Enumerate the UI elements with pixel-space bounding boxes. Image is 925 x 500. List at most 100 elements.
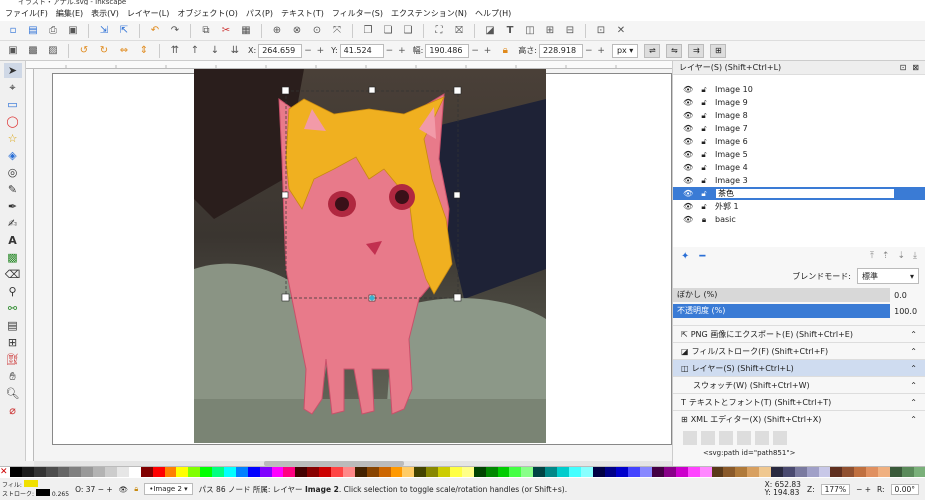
layer-bottom-icon[interactable]: ⤓ <box>913 251 917 261</box>
chevron-up-icon[interactable]: ⌃ <box>910 364 917 373</box>
print-icon[interactable]: ⎙ <box>46 24 60 38</box>
palette-swatch[interactable] <box>212 467 225 477</box>
palette-swatch[interactable] <box>247 467 260 477</box>
layer-row[interactable]: 👁︎ 🔓︎ 外郭 1 <box>673 200 925 213</box>
layers-icon[interactable]: ◫ <box>523 24 537 38</box>
select-all-icon[interactable]: ▣ <box>6 44 20 58</box>
layer-lock-icon[interactable]: 🔓︎ <box>699 176 709 186</box>
palette-swatch[interactable] <box>592 467 605 477</box>
palette-swatch[interactable] <box>390 467 403 477</box>
scale-corners-toggle[interactable]: ⇋ <box>666 43 683 58</box>
copy-icon[interactable]: ⧉ <box>199 24 213 38</box>
dock-item[interactable]: ⊞ XML エディター(X) (Shift+Ctrl+X) ⌃ <box>673 410 925 427</box>
rotate-ccw-icon[interactable]: ↺ <box>77 44 91 58</box>
palette-swatch[interactable] <box>723 467 736 477</box>
pen-tool-icon[interactable]: ✒ <box>4 199 22 214</box>
rect-tool-icon[interactable]: ▭ <box>4 97 22 112</box>
palette-swatch[interactable] <box>533 467 546 477</box>
blur-value[interactable]: 0.0 <box>890 291 925 300</box>
palette-swatch[interactable] <box>794 467 807 477</box>
xml-new-node-icon[interactable] <box>683 431 697 445</box>
menu-item-4[interactable]: オブジェクト(O) <box>176 8 239 19</box>
layer-top-icon[interactable]: ⤒ <box>870 251 874 261</box>
palette-swatch[interactable] <box>21 467 34 477</box>
palette-swatch[interactable] <box>889 467 902 477</box>
palette-swatch[interactable] <box>152 467 165 477</box>
zoom-width-icon[interactable]: ⤧ <box>330 24 344 38</box>
palette-swatch[interactable] <box>687 467 700 477</box>
layer-visibility-icon[interactable]: 👁︎ <box>683 124 693 133</box>
palette-swatch[interactable] <box>711 467 724 477</box>
xml-duplicate-icon[interactable] <box>719 431 733 445</box>
layer-lock-icon[interactable]: 🔓︎ <box>699 202 709 212</box>
zoom-drawing-icon[interactable]: ⊗ <box>290 24 304 38</box>
dock-item[interactable]: ⇱ PNG 画像にエクスポート(E) (Shift+Ctrl+E) ⌃ <box>673 325 925 342</box>
layer-lock-icon[interactable]: 🔓︎ <box>699 163 709 173</box>
palette-swatch[interactable] <box>628 467 641 477</box>
palette-swatch[interactable] <box>485 467 498 477</box>
palette-swatch[interactable] <box>497 467 510 477</box>
menu-item-9[interactable]: ヘルプ(H) <box>474 8 512 19</box>
x-input[interactable]: 264.659 <box>258 43 303 58</box>
xml-indent-icon[interactable] <box>755 431 769 445</box>
opacity-status-value[interactable]: 37 <box>86 485 96 494</box>
palette-swatch[interactable] <box>449 467 462 477</box>
palette-swatch[interactable] <box>271 467 284 477</box>
layer-row[interactable]: 👁︎ 🔓︎ Image 5 <box>673 148 925 161</box>
layer-visibility-icon[interactable]: 👁︎ <box>683 202 693 211</box>
scale-stroke-toggle[interactable]: ⇌ <box>644 43 661 58</box>
lock-ratio-icon[interactable]: 🔒︎ <box>498 44 512 58</box>
pencil-tool-icon[interactable]: ✎ <box>4 182 22 197</box>
raise-icon[interactable]: ↑ <box>188 44 202 58</box>
chevron-up-icon[interactable]: ⌃ <box>910 398 917 407</box>
menu-item-3[interactable]: レイヤー(L) <box>126 8 170 19</box>
w-input[interactable]: 190.486 <box>425 43 470 58</box>
measure-tool-icon[interactable]: ⌀ <box>4 403 22 418</box>
palette-swatch[interactable] <box>663 467 676 477</box>
palette-swatch[interactable] <box>366 467 379 477</box>
deselect-icon[interactable]: ▨ <box>46 44 60 58</box>
flip-horizontal-icon[interactable]: ⇔ <box>117 44 131 58</box>
palette-swatch[interactable] <box>93 467 106 477</box>
panel-close-icon[interactable]: ⊠ <box>912 63 919 72</box>
palette-swatch[interactable] <box>616 467 629 477</box>
palette-swatch[interactable] <box>568 467 581 477</box>
palette-swatch[interactable] <box>426 467 439 477</box>
zoom-stepper[interactable]: − + <box>856 485 871 494</box>
group-icon[interactable]: ⛶ <box>432 24 446 38</box>
3dbox-tool-icon[interactable]: ◈ <box>4 148 22 163</box>
layer-row[interactable]: 👁︎ 🔓︎ Image 8 <box>673 109 925 122</box>
menu-item-8[interactable]: エクステンション(N) <box>390 8 468 19</box>
layer-down-icon[interactable]: ⇣ <box>897 251 905 261</box>
layer-up-icon[interactable]: ⇡ <box>882 251 890 261</box>
color-palette[interactable]: ✕ <box>0 466 925 478</box>
fill-swatch[interactable] <box>23 480 38 487</box>
drawing-canvas[interactable] <box>34 69 672 461</box>
palette-swatch[interactable] <box>402 467 415 477</box>
text-tool-icon[interactable]: A <box>4 233 22 248</box>
layer-lock-icon[interactable]: 🔓︎ <box>699 150 709 160</box>
palette-swatch[interactable] <box>140 467 153 477</box>
import-icon[interactable]: ⇲ <box>97 24 111 38</box>
layer-visibility-icon[interactable]: 👁︎ <box>683 176 693 185</box>
layer-row[interactable]: 👁︎ 🔓︎ Image 4 <box>673 161 925 174</box>
opacity-slider[interactable]: 不透明度 (%) <box>673 304 891 318</box>
layer-row[interactable]: 👁︎ 🔒︎ basic <box>673 213 925 226</box>
export-icon[interactable]: ⇱ <box>117 24 131 38</box>
layer-row[interactable]: 👁︎ 🔓︎ Image 10 <box>673 83 925 96</box>
zoom-selection-icon[interactable]: ⊕ <box>270 24 284 38</box>
palette-swatch[interactable] <box>878 467 890 477</box>
rotate-cw-icon[interactable]: ↻ <box>97 44 111 58</box>
spiral-tool-icon[interactable]: ◎ <box>4 165 22 180</box>
node-tool-icon[interactable]: ⌖ <box>4 80 22 95</box>
gradient-tool-icon[interactable]: ▤ <box>4 318 22 333</box>
palette-swatch[interactable] <box>10 467 22 477</box>
palette-swatch[interactable] <box>782 467 795 477</box>
palette-swatch[interactable] <box>913 467 925 477</box>
selector-tool-icon[interactable]: ➤ <box>3 63 22 78</box>
palette-swatch[interactable] <box>652 467 664 477</box>
palette-swatch[interactable] <box>176 467 189 477</box>
h-input[interactable]: 228.918 <box>538 43 583 58</box>
palette-swatch[interactable] <box>438 467 450 477</box>
palette-swatch[interactable] <box>117 467 129 477</box>
